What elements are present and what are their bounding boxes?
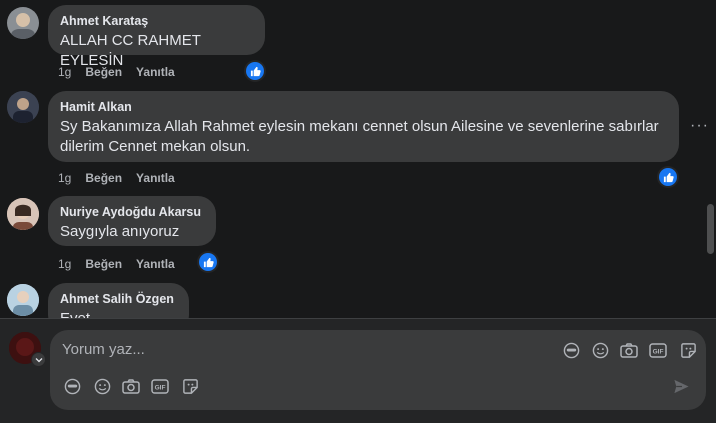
avatar-sticker-icon[interactable] — [63, 377, 81, 395]
comment-actions: 1g Beğen Yanıtla — [58, 171, 189, 185]
comment-bubble: Ahmet Karataş ALLAH CC RAHMET EYLESİN — [48, 5, 265, 69]
comment-actions: 1g Beğen Yanıtla — [58, 257, 189, 271]
more-options-button[interactable]: ··· — [690, 117, 709, 135]
gif-icon[interactable]: GIF — [649, 341, 667, 359]
svg-text:GIF: GIF — [653, 348, 664, 355]
camera-icon[interactable] — [122, 377, 140, 395]
thumbs-up-icon[interactable] — [199, 253, 217, 271]
scrollbar[interactable] — [707, 204, 714, 254]
chevron-down-icon[interactable] — [31, 352, 46, 367]
comment-author[interactable]: Hamit Alkan — [60, 99, 667, 115]
avatar-sticker-icon[interactable] — [562, 341, 580, 359]
comment-text-line: dilerim Cennet mekan olsun. — [60, 138, 251, 155]
emoji-icon[interactable] — [591, 341, 609, 359]
reply-link[interactable]: Yanıtla — [136, 171, 175, 185]
reply-link[interactable]: Yanıtla — [136, 257, 175, 271]
sticker-icon[interactable] — [679, 341, 697, 359]
thumbs-up-icon[interactable] — [246, 62, 264, 80]
comment-bubble: Nuriye Aydoğdu Akarsu Saygıyla anıyoruz — [48, 196, 216, 246]
comment-actions: 1g Beğen Yanıtla — [58, 65, 189, 79]
avatar[interactable] — [7, 91, 39, 123]
avatar[interactable] — [7, 198, 39, 230]
comment-bubble: Hamit Alkan Sy Bakanımıza Allah Rahmet e… — [48, 91, 679, 162]
svg-text:GIF: GIF — [155, 384, 166, 391]
comment-time[interactable]: 1g — [58, 171, 71, 185]
send-icon[interactable] — [672, 377, 690, 395]
comment-input-placeholder: Yorum yaz... — [62, 341, 145, 358]
comment-text: Sy Bakanımıza Allah Rahmet eylesin mekan… — [60, 117, 667, 157]
like-link[interactable]: Beğen — [85, 257, 122, 271]
comment-text-line: Sy Bakanımıza Allah Rahmet eylesin mekan… — [60, 118, 659, 135]
camera-icon[interactable] — [620, 341, 638, 359]
comment-author[interactable]: Ahmet Salih Özgen — [60, 291, 177, 307]
reply-link[interactable]: Yanıtla — [136, 65, 175, 79]
thumbs-up-icon[interactable] — [659, 168, 677, 186]
like-link[interactable]: Beğen — [85, 65, 122, 79]
comment-author[interactable]: Ahmet Karataş — [60, 13, 253, 29]
comment-time[interactable]: 1g — [58, 257, 71, 271]
avatar[interactable] — [7, 7, 39, 39]
avatar[interactable] — [7, 284, 39, 316]
like-link[interactable]: Beğen — [85, 171, 122, 185]
comment-author[interactable]: Nuriye Aydoğdu Akarsu — [60, 204, 204, 220]
comment-text: Saygıyla anıyoruz — [60, 223, 180, 240]
gif-icon[interactable]: GIF — [151, 377, 169, 395]
sticker-icon[interactable] — [181, 377, 199, 395]
comment-time[interactable]: 1g — [58, 65, 71, 79]
emoji-icon[interactable] — [93, 377, 111, 395]
